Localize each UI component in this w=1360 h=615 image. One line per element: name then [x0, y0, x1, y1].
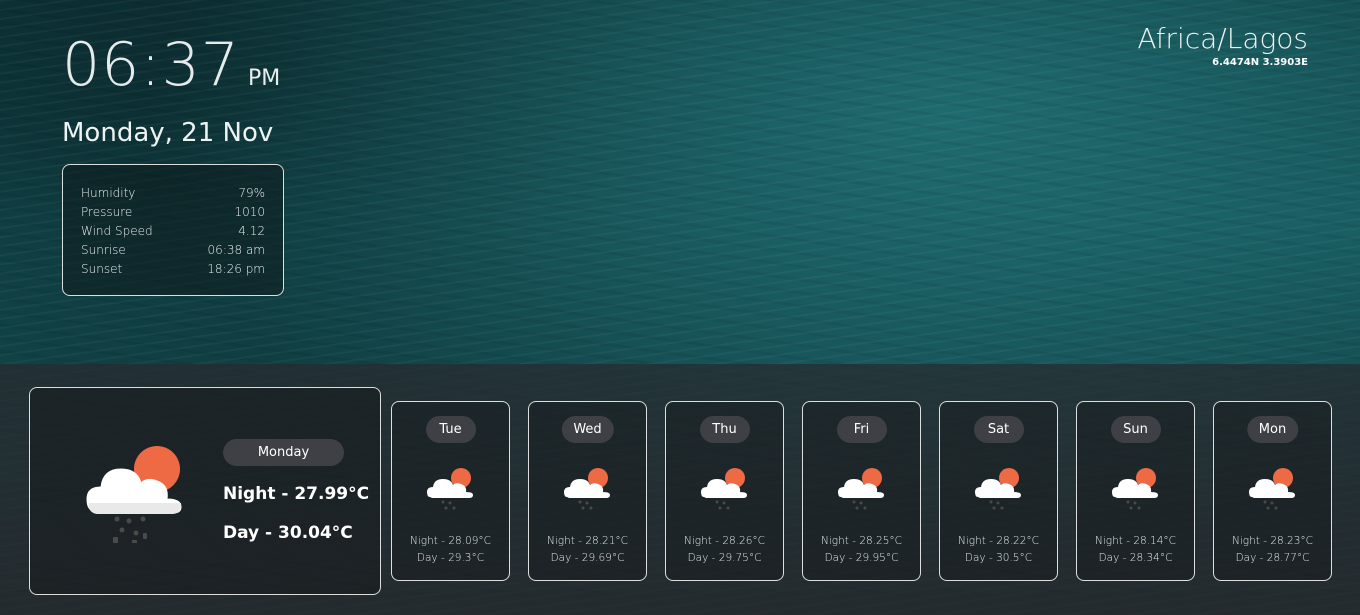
forecast-day-pill: Sat: [973, 416, 1024, 443]
forecast-card-thu: Thu Night - 28.26°C Day - 29.75°C: [665, 401, 784, 581]
rain-cloud-sun-icon: [701, 468, 747, 510]
forecast-day-temp: Day - 29.69°C: [550, 552, 625, 564]
detail-pressure: Pressure 1010: [81, 203, 265, 222]
forecast-card-wed: Wed Night - 28.21°C Day - 29.69°C: [528, 401, 647, 581]
rain-cloud-sun-icon: [564, 468, 610, 510]
forecast-day-temp: Day - 29.95°C: [824, 552, 899, 564]
current-date: Monday, 21 Nov: [62, 118, 274, 148]
forecast-card-fri: Fri Night - 28.25°C Day - 29.95°C: [802, 401, 921, 581]
detail-sunset: Sunset 18:26 pm: [81, 260, 265, 279]
forecast-day-temp: Day - 30.5°C: [964, 552, 1033, 564]
rain-cloud-sun-icon: [1112, 468, 1158, 510]
forecast-day-pill: Tue: [425, 416, 476, 443]
forecast-day-temp: Day - 28.77°C: [1235, 552, 1310, 564]
detail-label: Humidity: [81, 186, 136, 200]
forecast-night-temp: Night - 28.23°C: [1232, 535, 1313, 547]
forecast-day-pill: Thu: [699, 416, 750, 443]
timezone-name: Africa/Lagos: [1137, 22, 1308, 55]
forecast-card-tue: Tue Night - 28.09°C Day - 29.3°C: [391, 401, 510, 581]
forecast-card-mon: Mon Night - 28.23°C Day - 28.77°C: [1213, 401, 1332, 581]
forecast-night-temp: Night - 28.25°C: [821, 535, 902, 547]
rain-cloud-sun-icon: [86, 446, 182, 543]
today-night-temp: Night - 27.99°C: [223, 484, 370, 504]
detail-label: Sunset: [81, 262, 123, 276]
detail-value: 06:38 am: [207, 243, 265, 257]
detail-label: Sunrise: [81, 243, 126, 257]
detail-value: 4.12: [238, 224, 265, 238]
forecast-night-temp: Night - 28.26°C: [684, 535, 765, 547]
detail-value: 18:26 pm: [207, 262, 265, 276]
forecast-day-pill: Sun: [1110, 416, 1161, 443]
location-coords: 6.4474N 3.3903E: [1212, 57, 1308, 68]
location-block: Africa/Lagos 6.4474N 3.3903E: [1137, 22, 1308, 68]
weather-details-panel: Humidity 79% Pressure 1010 Wind Speed 4.…: [62, 164, 284, 296]
detail-label: Pressure: [81, 205, 133, 219]
clock-time: 06:37: [62, 30, 240, 100]
forecast-night-temp: Night - 28.14°C: [1095, 535, 1176, 547]
forecast-day-pill: Wed: [561, 416, 614, 443]
forecast-section: Monday Night - 27.99°C Day - 30.04°C Tue…: [0, 364, 1360, 615]
detail-humidity: Humidity 79%: [81, 184, 265, 203]
detail-value: 1010: [234, 205, 265, 219]
today-card: Monday Night - 27.99°C Day - 30.04°C: [29, 387, 381, 595]
forecast-card-sun: Sun Night - 28.14°C Day - 28.34°C: [1076, 401, 1195, 581]
forecast-night-temp: Night - 28.09°C: [410, 535, 491, 547]
rain-cloud-sun-icon: [1249, 468, 1295, 510]
forecast-card-sat: Sat Night - 28.22°C Day - 30.5°C: [939, 401, 1058, 581]
detail-wind-speed: Wind Speed 4.12: [81, 222, 265, 241]
forecast-day-temp: Day - 29.3°C: [416, 552, 485, 564]
today-day-temp: Day - 30.04°C: [223, 523, 353, 543]
detail-label: Wind Speed: [81, 224, 153, 238]
detail-value: 79%: [238, 186, 265, 200]
rain-cloud-sun-icon: [838, 468, 884, 510]
rain-cloud-sun-icon: [975, 468, 1021, 510]
rain-cloud-sun-icon: [427, 468, 473, 510]
clock-ampm: PM: [248, 66, 281, 91]
detail-sunrise: Sunrise 06:38 am: [81, 241, 265, 260]
today-day-pill: Monday: [223, 439, 344, 466]
forecast-day-temp: Day - 29.75°C: [687, 552, 762, 564]
top-section: 06:37 PM Monday, 21 Nov Humidity 79% Pre…: [0, 0, 1360, 364]
clock-time-value: 06:37: [62, 30, 240, 100]
forecast-night-temp: Night - 28.21°C: [547, 535, 628, 547]
forecast-day-pill: Fri: [836, 416, 887, 443]
forecast-night-temp: Night - 28.22°C: [958, 535, 1039, 547]
forecast-day-temp: Day - 28.34°C: [1098, 552, 1173, 564]
forecast-day-pill: Mon: [1246, 416, 1299, 443]
